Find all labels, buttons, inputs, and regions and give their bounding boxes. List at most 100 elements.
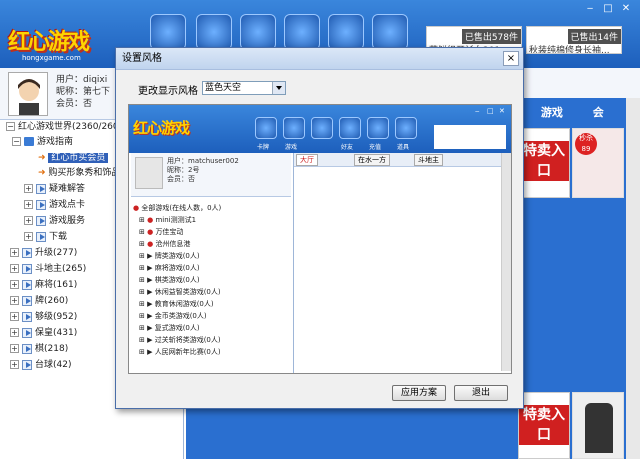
app-window: 红心游戏 hongxgame.com 已售出578件 蒲鲜织开衫女201 已售出… bbox=[0, 0, 640, 459]
play-icon bbox=[22, 327, 32, 338]
mascot-icon[interactable] bbox=[284, 14, 320, 50]
logo-subtext: hongxgame.com bbox=[22, 54, 81, 62]
expand-icon[interactable]: + bbox=[10, 360, 19, 369]
tree-item-cards[interactable]: + 游戏点卡 bbox=[24, 198, 85, 212]
scrollbar[interactable] bbox=[626, 98, 640, 459]
play-icon bbox=[36, 215, 46, 226]
chevron-down-icon[interactable] bbox=[272, 82, 285, 94]
expand-icon[interactable]: + bbox=[10, 264, 19, 273]
preview-icon-label: 卡牌 bbox=[257, 144, 270, 151]
expand-icon[interactable]: + bbox=[10, 312, 19, 321]
cup-icon[interactable] bbox=[328, 14, 364, 50]
tree-item-buy-items[interactable]: ➜ 购买形象秀和饰品 bbox=[38, 166, 120, 180]
cards-icon[interactable] bbox=[150, 14, 186, 50]
tools-icon[interactable] bbox=[372, 14, 408, 50]
tree-item-download[interactable]: + 下载 bbox=[24, 230, 67, 244]
expand-icon[interactable]: + bbox=[10, 280, 19, 289]
expand-icon[interactable]: + bbox=[24, 216, 33, 225]
ad-banner-2[interactable]: 特卖入口 bbox=[518, 392, 570, 459]
tree-item-buy-membership[interactable]: ➜ 红心币买会员 bbox=[38, 151, 109, 165]
avatar[interactable] bbox=[8, 72, 48, 116]
play-icon bbox=[22, 247, 32, 258]
tree-item-billiards[interactable]: + 台球(42) bbox=[10, 358, 71, 372]
close-icon[interactable]: × bbox=[503, 51, 519, 66]
user-account: 用户：diqixi bbox=[56, 75, 108, 85]
tree-item-shengji[interactable]: + 升级(277) bbox=[10, 246, 77, 260]
tab-games[interactable]: 游戏 bbox=[541, 106, 563, 119]
game-icon[interactable] bbox=[196, 14, 232, 50]
list-item: ⊞ ▶ 复式游戏(0人) bbox=[139, 324, 200, 332]
sale-title: 秋装纯棉修身长袖... bbox=[529, 46, 610, 54]
expand-icon[interactable]: + bbox=[24, 184, 33, 193]
expand-icon[interactable]: + bbox=[10, 328, 19, 337]
tree-item-service[interactable]: + 游戏服务 bbox=[24, 214, 85, 228]
style-select[interactable]: 蓝色天空 bbox=[202, 81, 286, 95]
style-label: 更改显示风格 bbox=[138, 86, 198, 97]
sale-badge: 秒杀 89 bbox=[575, 133, 597, 155]
preview-content: 大厅 在水一方 斗地主 bbox=[293, 153, 511, 373]
tree-item-faq[interactable]: + 疑难解答 bbox=[24, 182, 85, 196]
list-item: ⊞ ▶ 牌类游戏(0人) bbox=[139, 252, 200, 260]
tree-item-doudizhu[interactable]: + 斗地主(265) bbox=[10, 262, 86, 276]
expand-icon[interactable]: + bbox=[24, 200, 33, 209]
preview-logo: 红心游戏 bbox=[133, 119, 190, 137]
list-item: ⊞ ▶ 过关斩将类游戏(0人) bbox=[139, 336, 221, 344]
apply-button[interactable]: 应用方案 bbox=[392, 385, 446, 401]
user-nickname: 昵称：第七下 bbox=[56, 87, 111, 97]
tree-item-guide[interactable]: − 游戏指南 bbox=[12, 135, 73, 149]
tree-item-gouji[interactable]: + 够级(952) bbox=[10, 310, 77, 324]
tree-item-baohuang[interactable]: + 保皇(431) bbox=[10, 326, 77, 340]
preview-user-membership: 会员：否 bbox=[167, 175, 195, 183]
tree-item-chess[interactable]: + 棋(218) bbox=[10, 342, 68, 356]
ad-image-shoe[interactable]: 秒杀 89 bbox=[572, 128, 624, 198]
style-select-value: 蓝色天空 bbox=[205, 83, 242, 93]
tree-item-poker[interactable]: + 牌(260) bbox=[10, 294, 68, 308]
style-preview: 红心游戏 卡牌 游戏 好友 充值 道具 ‒ □ ✕ 用户：matchuser00… bbox=[128, 104, 512, 374]
preview-user-box: 用户：matchuser002 昵称：2号 会员：否 bbox=[131, 153, 291, 197]
close-icon: ✕ bbox=[499, 107, 505, 115]
list-item: ⊞ ▶ 休闲益智类游戏(0人) bbox=[139, 288, 221, 296]
pen-icon[interactable] bbox=[240, 14, 276, 50]
list-item: ⊞ ● mini测测试1 bbox=[139, 216, 197, 224]
list-item: ⊞ ▶ 棋类游戏(0人) bbox=[139, 276, 200, 284]
play-icon bbox=[22, 311, 32, 322]
close-icon[interactable]: ✕ bbox=[618, 2, 634, 16]
preview-ad-area bbox=[434, 125, 506, 149]
play-icon bbox=[22, 343, 32, 354]
maximize-icon[interactable]: □ bbox=[600, 2, 616, 16]
list-item: ● 全部游戏(在线人数，0人) bbox=[133, 204, 222, 212]
ad-image-coat[interactable] bbox=[572, 392, 624, 459]
sale-count-badge: 已售出14件 bbox=[567, 29, 621, 44]
collapse-icon[interactable]: − bbox=[6, 122, 15, 131]
cards-icon bbox=[255, 117, 277, 139]
ad-banner-1[interactable]: 特卖入口 bbox=[518, 128, 570, 198]
list-item: ⊞ ▶ 人民网新年比赛(0人) bbox=[139, 348, 221, 356]
tree-item-mahjong[interactable]: + 麻将(161) bbox=[10, 278, 77, 292]
preview-icon-label: 道具 bbox=[397, 144, 410, 151]
logo-text: 红心游戏 bbox=[8, 30, 90, 55]
expand-icon[interactable]: + bbox=[24, 232, 33, 241]
preview-tab-lobby: 大厅 bbox=[296, 154, 318, 166]
tree-item-root[interactable]: − 红心游戏世界(2360/260 bbox=[6, 120, 119, 134]
preview-tabs: 大厅 在水一方 斗地主 bbox=[294, 153, 511, 167]
user-info: 用户：diqixi 昵称：第七下 会员：否 bbox=[56, 74, 110, 110]
expand-icon[interactable]: + bbox=[10, 344, 19, 353]
collapse-icon[interactable]: − bbox=[12, 137, 21, 146]
style-settings-dialog: 设置风格 × 更改显示风格 蓝色天空 红心游戏 卡牌 游戏 好友 充值 道具 ‒… bbox=[115, 47, 524, 409]
sale-count-badge: 已售出578件 bbox=[461, 29, 521, 44]
preview-user-account: 用户：matchuser002 bbox=[167, 157, 239, 165]
play-icon bbox=[36, 231, 46, 242]
exit-button[interactable]: 退出 bbox=[454, 385, 508, 401]
sale-item-2[interactable]: 已售出14件 秋装纯棉修身长袖... bbox=[526, 26, 622, 54]
minimize-icon[interactable]: ‒ bbox=[582, 2, 598, 16]
preview-user-info: 用户：matchuser002 昵称：2号 会员：否 bbox=[167, 157, 239, 184]
list-item: ⊞ ▶ 教育休闲游戏(0人) bbox=[139, 300, 214, 308]
minimize-icon: ‒ bbox=[475, 107, 480, 115]
preview-user-nickname: 昵称：2号 bbox=[167, 166, 200, 174]
expand-icon[interactable]: + bbox=[10, 296, 19, 305]
expand-icon[interactable]: + bbox=[10, 248, 19, 257]
tab-member[interactable]: 会 bbox=[593, 106, 604, 119]
preview-icon-label: 好友 bbox=[341, 144, 354, 151]
play-icon bbox=[22, 279, 32, 290]
ad-text: 特卖入口 bbox=[519, 405, 569, 445]
